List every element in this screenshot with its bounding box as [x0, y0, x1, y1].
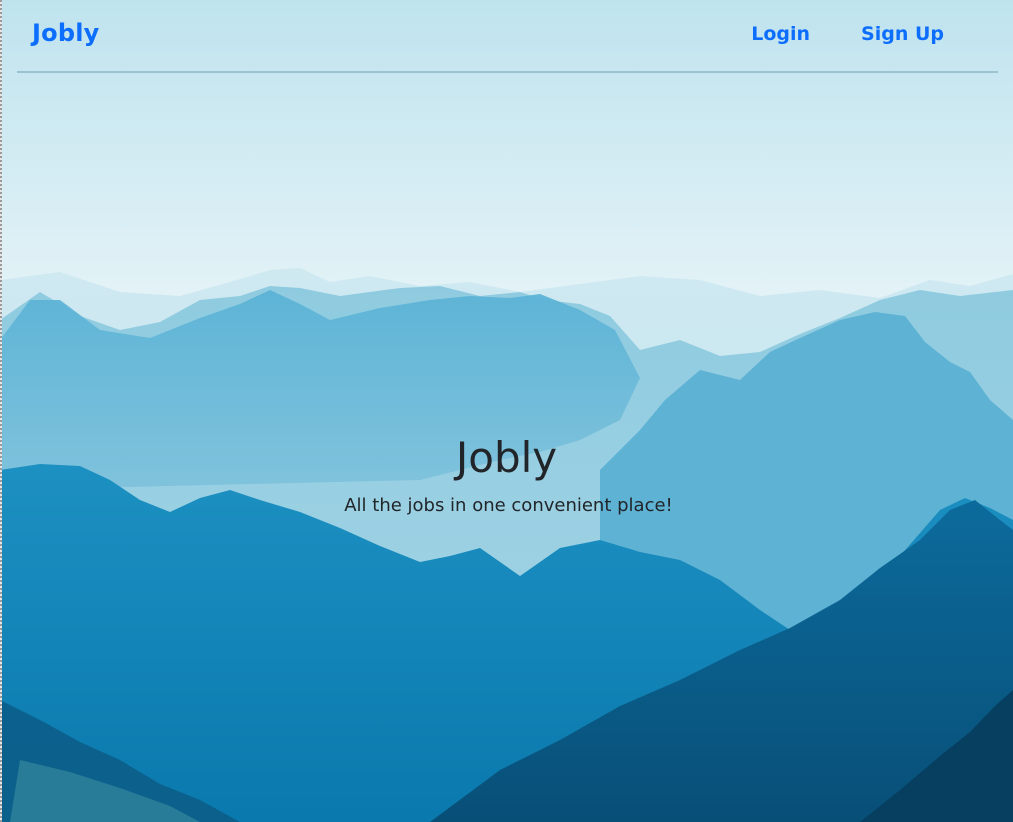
brand-link[interactable]: Jobly	[32, 19, 99, 47]
page: Jobly Login Sign Up Jobly All the jobs i…	[0, 0, 1013, 822]
hero-title: Jobly	[455, 433, 558, 482]
hero: Jobly All the jobs in one convenient pla…	[0, 432, 1013, 518]
hero-tagline: All the jobs in one convenient place!	[344, 495, 673, 516]
window-edge	[0, 0, 2, 822]
signup-link[interactable]: Sign Up	[861, 23, 944, 45]
nav-links: Login Sign Up	[751, 23, 944, 45]
login-link[interactable]: Login	[751, 23, 810, 45]
navbar: Jobly Login Sign Up	[17, 0, 998, 73]
mountain-background	[0, 0, 1013, 822]
